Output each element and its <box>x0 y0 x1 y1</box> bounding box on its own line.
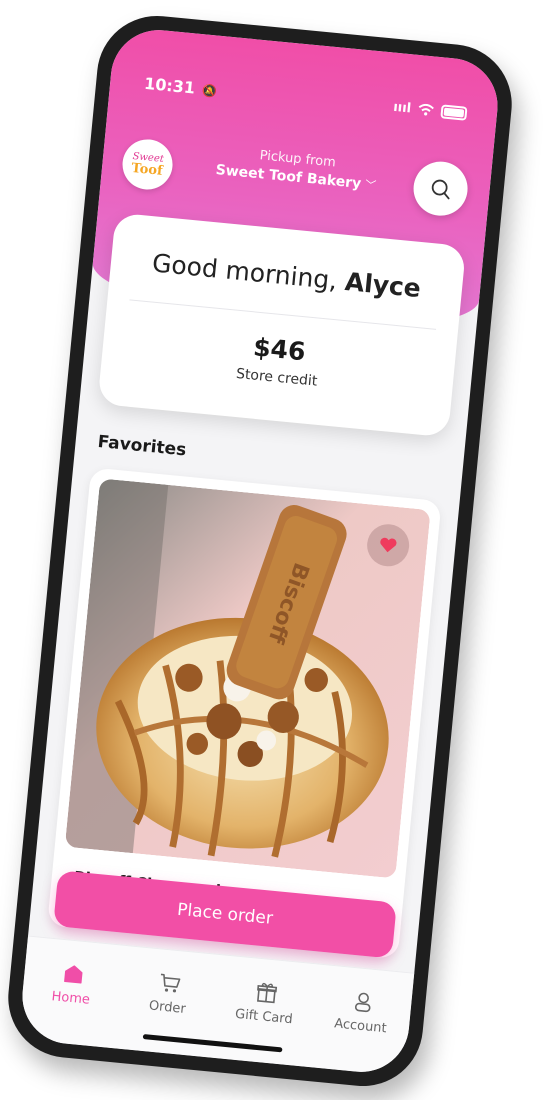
tab-home-label: Home <box>50 989 91 1008</box>
greeting-prefix: Good morning, <box>150 248 339 296</box>
wifi-icon <box>418 103 434 116</box>
battery-icon <box>440 104 468 121</box>
welcome-card: Good morning, Alyce $46 Store credit <box>97 212 467 438</box>
status-time: 10:31 <box>143 73 196 98</box>
status-right: ıııl <box>393 99 468 121</box>
tab-order-label: Order <box>148 998 187 1017</box>
person-icon <box>354 992 371 1013</box>
cart-icon <box>160 973 180 993</box>
app-screen: 10:31 🔕 ıııl Sweet Toof Pickup from Swee… <box>18 25 502 1077</box>
signal-icon: ıııl <box>392 99 412 116</box>
item-photo: Biscoff <box>64 478 431 879</box>
tab-home[interactable]: Home <box>22 959 119 1048</box>
search-icon <box>431 179 450 200</box>
status-left: 10:31 🔕 <box>143 73 217 99</box>
logo-text-bottom: Toof <box>130 160 164 179</box>
tab-account[interactable]: Account <box>311 987 408 1076</box>
chevron-down-icon: ﹀ <box>364 178 377 193</box>
tab-gift-card-label: Gift Card <box>234 1006 294 1028</box>
heart-icon <box>380 537 397 553</box>
home-icon <box>63 965 82 984</box>
bottom-tab-bar: Home Order Gift Card Account <box>18 935 415 1077</box>
greeting: Good morning, Alyce <box>110 244 463 307</box>
tab-gift-card[interactable]: Gift Card <box>215 977 312 1066</box>
favorites-heading: Favorites <box>96 431 188 461</box>
user-name: Alyce <box>343 266 423 304</box>
gift-icon <box>256 982 277 1004</box>
silent-bell-icon: 🔕 <box>201 82 218 99</box>
phone-frame: 10:31 🔕 ıııl Sweet Toof Pickup from Swee… <box>2 10 518 1092</box>
tab-account-label: Account <box>333 1016 388 1037</box>
